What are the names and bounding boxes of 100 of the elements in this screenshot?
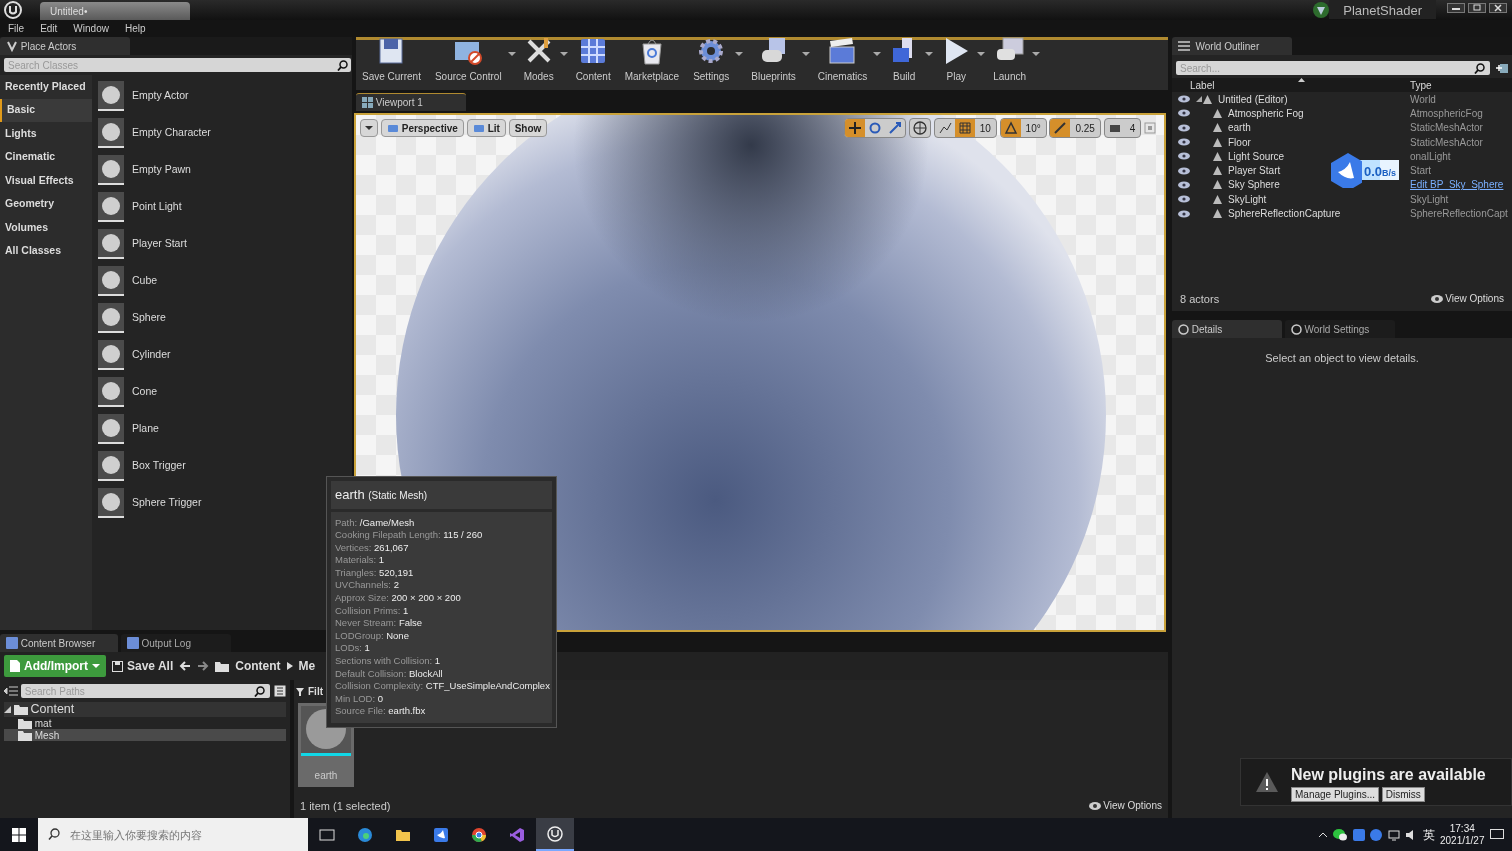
visibility-eye-icon[interactable] xyxy=(1178,166,1190,175)
actor-thumbnail-icon[interactable] xyxy=(98,80,124,111)
actor-thumbnail-icon[interactable] xyxy=(98,413,124,444)
toolbar-button[interactable]: Save Current xyxy=(356,36,427,84)
actor-label[interactable]: Atmospheric Fog xyxy=(1228,105,1304,121)
actor-label[interactable]: SphereReflectionCapture xyxy=(1228,206,1341,222)
actor-thumbnail-icon[interactable] xyxy=(98,117,124,148)
toolbar-button[interactable]: Modes xyxy=(517,36,568,84)
breadcrumb-link[interactable]: Content xyxy=(235,657,281,675)
actor-name[interactable]: Box Trigger xyxy=(132,457,186,474)
view-options-button[interactable]: View Options xyxy=(1430,291,1504,307)
panel-tab[interactable]: Content Browser xyxy=(0,634,118,652)
search-field[interactable]: Search Classes xyxy=(4,58,351,72)
category-tab[interactable]: Recently Placed xyxy=(0,75,92,99)
menu-item[interactable]: Window xyxy=(65,20,117,37)
edit-blueprint-link[interactable]: Edit BP_Sky_Sphere xyxy=(1410,177,1504,193)
angle-icon[interactable] xyxy=(1003,121,1018,135)
expander-icon[interactable] xyxy=(4,706,11,713)
toolbar-button[interactable]: Marketplace xyxy=(618,36,686,84)
toolbar-button[interactable]: Cinematics xyxy=(811,36,882,84)
viewport-tab[interactable]: Viewport 1 xyxy=(356,93,466,111)
toolbar-button[interactable]: Play xyxy=(935,36,986,84)
actor-thumbnail-icon[interactable] xyxy=(98,302,124,333)
forward-arrow-icon[interactable] xyxy=(197,660,210,672)
panel-tab[interactable]: World Outliner xyxy=(1172,37,1292,55)
actor-label[interactable]: Player Start xyxy=(1228,163,1281,179)
visibility-eye-icon[interactable] xyxy=(1178,209,1190,218)
category-tab[interactable]: Visual Effects xyxy=(0,169,92,193)
dropdown-caret-icon[interactable] xyxy=(801,52,810,56)
sort-arrow-icon[interactable] xyxy=(1298,78,1305,82)
actor-name[interactable]: Sphere Trigger xyxy=(132,494,202,511)
visibility-eye-icon[interactable] xyxy=(1178,152,1190,161)
input-language[interactable]: 英 xyxy=(1422,825,1435,844)
actor-label[interactable]: Light Source xyxy=(1228,148,1285,164)
actor-name[interactable]: Plane xyxy=(132,420,159,437)
panel-tab[interactable]: World Settings xyxy=(1284,320,1395,338)
viewport-option-button[interactable]: Perspective xyxy=(380,119,464,137)
toolbar-button[interactable]: Launch xyxy=(987,36,1041,84)
close-icon[interactable] xyxy=(1488,2,1507,13)
actor-thumbnail-icon[interactable] xyxy=(98,228,124,259)
breadcrumb-link[interactable]: Me xyxy=(298,657,316,675)
collapse-list-icon[interactable] xyxy=(4,685,18,697)
actor-thumbnail-icon[interactable] xyxy=(98,450,124,481)
actor-label[interactable]: Sky Sphere xyxy=(1228,177,1280,193)
dropdown-caret-icon[interactable] xyxy=(1032,52,1041,56)
actor-name[interactable]: Empty Actor xyxy=(132,87,189,104)
chevron-up-icon[interactable] xyxy=(1317,831,1328,838)
dropdown-caret-icon[interactable] xyxy=(977,52,986,56)
move-arrows-icon[interactable] xyxy=(848,121,863,135)
actor-name[interactable]: Cube xyxy=(132,272,158,289)
menu-item[interactable]: File xyxy=(0,20,33,37)
actor-label[interactable]: Untitled (Editor) xyxy=(1218,91,1288,107)
toolbar-button[interactable]: Blueprints xyxy=(745,36,810,84)
actor-name[interactable]: Cone xyxy=(132,383,158,400)
panel-tab[interactable]: Output Log xyxy=(120,634,231,652)
actor-thumbnail-icon[interactable] xyxy=(98,265,124,296)
actor-name[interactable]: Player Start xyxy=(132,235,187,252)
view-options-button[interactable]: View Options xyxy=(1088,798,1162,814)
viewport-option-button[interactable]: Show xyxy=(508,119,548,137)
actor-label[interactable]: Floor xyxy=(1228,134,1251,150)
document-tab[interactable]: Untitled• xyxy=(40,2,190,20)
category-tab[interactable]: Cinematic xyxy=(0,145,92,169)
actor-thumbnail-icon[interactable] xyxy=(98,154,124,185)
network-icon[interactable] xyxy=(1387,828,1400,841)
taskbar-app-button[interactable] xyxy=(536,818,574,851)
actor-name[interactable]: Empty Character xyxy=(132,124,211,141)
search-field[interactable]: Search... xyxy=(1176,61,1490,75)
viewport-option-button[interactable]: Lit xyxy=(466,119,506,137)
category-tab[interactable]: Volumes xyxy=(0,216,92,240)
taskbar-search-field[interactable]: 在这里输入你要搜索的内容 xyxy=(38,818,308,851)
rotate-icon[interactable] xyxy=(868,121,883,135)
category-tab[interactable]: Lights xyxy=(0,122,92,146)
menu-item[interactable]: Help xyxy=(116,20,154,37)
search-field[interactable]: Search Paths xyxy=(20,684,270,698)
chat-app-icon[interactable] xyxy=(1333,828,1347,841)
windows-logo-icon[interactable] xyxy=(12,827,26,842)
visibility-eye-icon[interactable] xyxy=(1178,195,1190,204)
folder-row[interactable]: Mesh xyxy=(4,729,286,741)
dropdown-caret-icon[interactable] xyxy=(873,52,882,56)
panel-tab[interactable]: Place Actors xyxy=(0,37,130,55)
minimize-icon[interactable] xyxy=(1447,2,1465,13)
column-header[interactable]: Label xyxy=(1190,77,1215,93)
actor-thumbnail-icon[interactable] xyxy=(98,339,124,370)
panel-tab[interactable]: Details xyxy=(1172,320,1282,338)
actor-label[interactable]: SkyLight xyxy=(1228,191,1267,207)
visibility-eye-icon[interactable] xyxy=(1178,138,1190,147)
actor-thumbnail-icon[interactable] xyxy=(98,376,124,407)
visibility-eye-icon[interactable] xyxy=(1178,180,1190,189)
save-all-button[interactable]: Save All xyxy=(112,657,174,675)
visibility-eye-icon[interactable] xyxy=(1178,95,1190,104)
list-icon[interactable] xyxy=(274,685,286,697)
toolbar-button[interactable]: Content xyxy=(569,36,617,84)
folder-row[interactable]: mat xyxy=(4,717,286,729)
dropdown-caret-icon[interactable] xyxy=(559,52,568,56)
dropdown-caret-icon[interactable] xyxy=(735,52,744,56)
add-actor-icon[interactable] xyxy=(1496,62,1508,74)
column-header[interactable]: Type xyxy=(1410,77,1432,93)
dropdown-caret-icon[interactable] xyxy=(925,52,934,56)
toolbar-button[interactable]: Build xyxy=(883,36,934,84)
actor-name[interactable]: Point Light xyxy=(132,198,182,215)
